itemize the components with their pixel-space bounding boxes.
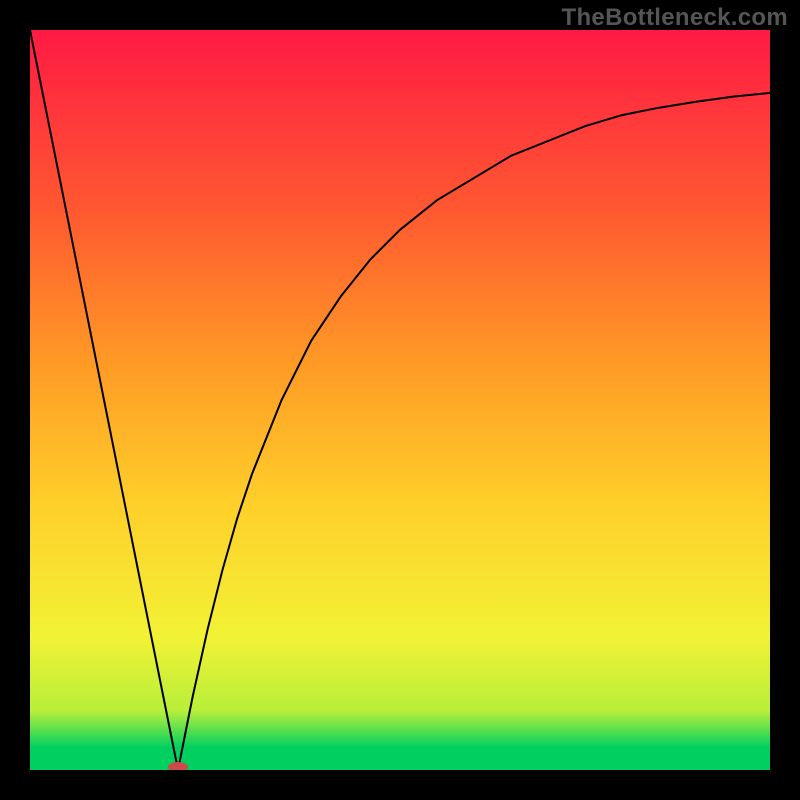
plot-area bbox=[30, 30, 770, 770]
bottleneck-curve bbox=[30, 30, 770, 770]
curve-plot bbox=[30, 30, 770, 770]
watermark-text: TheBottleneck.com bbox=[562, 4, 788, 32]
chart-frame: TheBottleneck.com bbox=[0, 0, 800, 800]
valley-marker bbox=[168, 762, 188, 770]
